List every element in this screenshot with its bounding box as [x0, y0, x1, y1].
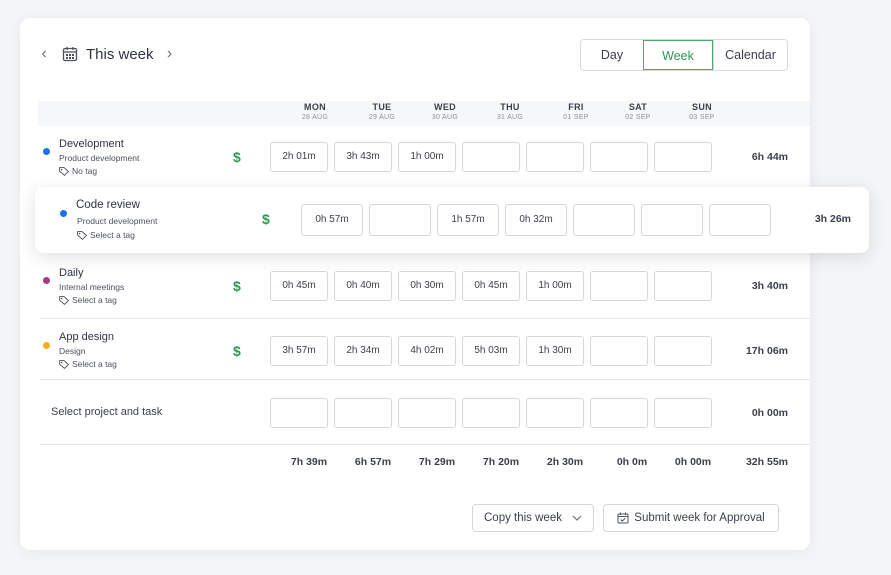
row-total: 17h 06m [745, 345, 788, 357]
time-entry-fri[interactable]: 1h 30m [526, 336, 584, 366]
day-total-wed: 7h 29m [418, 456, 456, 468]
project-color-dot [43, 148, 50, 155]
row-divider [40, 379, 810, 380]
tag-selector[interactable]: No tag [59, 166, 97, 176]
week-navigator: ‹ This week › [36, 44, 178, 64]
view-week-button[interactable]: Week [643, 40, 713, 70]
day-total-sun: 0h 00m [674, 456, 712, 468]
day-header-mon: MON 28 AUG [301, 102, 329, 121]
project-color-dot [43, 342, 50, 349]
time-entry-thu[interactable]: 5h 03m [462, 336, 520, 366]
time-entry-sun[interactable] [654, 336, 712, 366]
time-entry-tue[interactable]: 0h 40m [334, 271, 392, 301]
project-name[interactable]: App design [59, 331, 114, 343]
tag-selector[interactable]: Select a tag [77, 230, 135, 240]
calendar-check-icon [617, 512, 629, 524]
time-entry-wed[interactable]: 1h 57m [437, 204, 499, 236]
week-total: 32h 55m [745, 456, 788, 468]
time-entry-thu[interactable] [462, 398, 520, 428]
chevron-right-icon[interactable]: › [162, 44, 178, 64]
day-total-fri: 2h 30m [546, 456, 584, 468]
time-entry-mon[interactable]: 0h 45m [270, 271, 328, 301]
time-entry-thu[interactable]: 0h 32m [505, 204, 567, 236]
time-entry-tue[interactable] [369, 204, 431, 236]
time-entry-sat[interactable] [590, 271, 648, 301]
day-total-tue: 6h 57m [354, 456, 392, 468]
time-entry-fri[interactable] [526, 398, 584, 428]
view-day-button[interactable]: Day [581, 40, 643, 70]
tag-selector[interactable]: Select a tag [59, 359, 117, 369]
day-header-fri: FRI 01 SEP [563, 102, 589, 121]
time-entry-wed[interactable]: 0h 30m [398, 271, 456, 301]
row-total: 6h 44m [751, 151, 788, 163]
time-entry-thu[interactable]: 0h 45m [462, 271, 520, 301]
tag-selector[interactable]: Select a tag [59, 295, 117, 305]
day-header-tue: TUE 29 AUG [368, 102, 396, 121]
time-entry-thu[interactable] [462, 142, 520, 172]
row-total: 3h 40m [751, 280, 788, 292]
time-entry-sat[interactable] [641, 204, 703, 236]
client-name: Product development [59, 153, 140, 163]
time-entry-fri[interactable] [573, 204, 635, 236]
time-entry-sun[interactable] [654, 142, 712, 172]
time-entry-tue[interactable]: 2h 34m [334, 336, 392, 366]
billable-dollar-icon[interactable]: $ [233, 149, 241, 165]
project-color-dot [60, 210, 67, 217]
time-entry-tue[interactable] [334, 398, 392, 428]
time-entry-mon[interactable] [270, 398, 328, 428]
time-entry-wed[interactable] [398, 398, 456, 428]
page-title: This week [86, 45, 154, 63]
day-header-thu: THU 31 AUG [496, 102, 524, 121]
client-name: Product development [77, 216, 158, 226]
time-entry-fri[interactable]: 1h 00m [526, 271, 584, 301]
day-total-sat: 0h 0m [616, 456, 648, 468]
chevron-left-icon[interactable]: ‹ [36, 44, 52, 64]
client-name: Design [59, 346, 86, 356]
time-entry-sun[interactable] [709, 204, 771, 236]
project-name[interactable]: Code review [76, 199, 140, 211]
row-divider [40, 444, 810, 445]
tag-icon [59, 166, 69, 176]
time-entry-mon[interactable]: 0h 57m [301, 204, 363, 236]
time-entry-mon[interactable]: 2h 01m [270, 142, 328, 172]
time-entry-mon[interactable]: 3h 57m [270, 336, 328, 366]
project-name[interactable]: Daily [59, 267, 83, 279]
billable-dollar-icon[interactable]: $ [233, 278, 241, 294]
row-divider [40, 318, 810, 319]
project-name[interactable]: Development [59, 138, 124, 150]
time-entry-sun[interactable] [654, 398, 712, 428]
time-entry-sun[interactable] [654, 271, 712, 301]
select-project-button[interactable]: Select project and task [51, 406, 162, 418]
time-entry-tue[interactable]: 3h 43m [334, 142, 392, 172]
tag-icon [59, 359, 69, 369]
time-entry-fri[interactable] [526, 142, 584, 172]
day-header-sat: SAT 02 SEP [625, 102, 651, 121]
row-total: 3h 26m [814, 213, 851, 225]
time-entry-sat[interactable] [590, 142, 648, 172]
tag-icon [77, 230, 87, 240]
chevron-down-icon [572, 515, 582, 521]
time-entry-sat[interactable] [590, 336, 648, 366]
day-header-wed: WED 30 AUG [431, 102, 459, 121]
calendar-icon [62, 47, 78, 62]
day-total-mon: 7h 39m [290, 456, 328, 468]
row-total: 0h 00m [751, 407, 788, 419]
submit-approval-button[interactable]: Submit week for Approval [603, 504, 779, 532]
time-entry-sat[interactable] [590, 398, 648, 428]
time-entry-wed[interactable]: 1h 00m [398, 142, 456, 172]
view-calendar-button[interactable]: Calendar [713, 40, 787, 70]
view-switcher: Day Week Calendar [580, 39, 788, 71]
day-header-sun: SUN 03 SEP [689, 102, 715, 121]
project-color-dot [43, 277, 50, 284]
billable-dollar-icon[interactable]: $ [233, 343, 241, 359]
time-entry-wed[interactable]: 4h 02m [398, 336, 456, 366]
tag-icon [59, 295, 69, 305]
copy-week-dropdown[interactable]: Copy this week [472, 504, 594, 532]
billable-dollar-icon[interactable]: $ [262, 211, 270, 227]
client-name: Internal meetings [59, 282, 125, 292]
day-total-thu: 7h 20m [482, 456, 520, 468]
